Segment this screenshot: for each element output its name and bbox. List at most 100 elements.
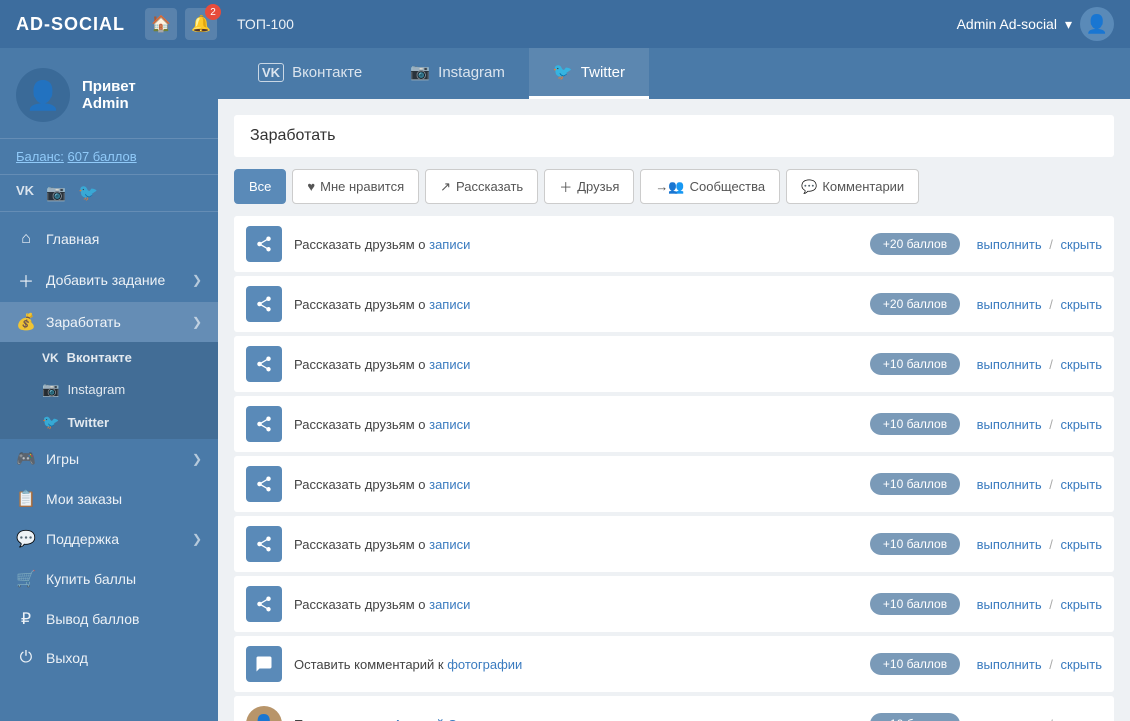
- sidebar-item-home[interactable]: ⌂ Главная: [0, 220, 218, 258]
- task-link[interactable]: фотографии: [447, 657, 522, 672]
- notifications-button[interactable]: 🔔 2: [185, 8, 217, 40]
- communities-icon: →👥: [655, 179, 684, 195]
- task-badge: +10 баллов: [870, 593, 960, 615]
- task-execute-button[interactable]: выполнить: [977, 297, 1042, 312]
- sidebar-item-games[interactable]: 🎮 Игры ❯: [0, 439, 218, 479]
- buy-icon: 🛒: [16, 569, 36, 589]
- instagram-social-icon[interactable]: 📷: [46, 183, 66, 203]
- sidebar-menu: ⌂ Главная ＋ Добавить задание ❯ 💰 Заработ…: [0, 212, 218, 685]
- twitter-social-icon[interactable]: 🐦: [78, 183, 98, 203]
- sidebar-item-add-task-label: Добавить задание: [46, 272, 165, 288]
- task-link[interactable]: записи: [429, 597, 470, 612]
- task-link[interactable]: Алексей Синяков: [394, 717, 499, 721]
- ig-tab-icon: 📷: [410, 62, 430, 82]
- action-separator: /: [1049, 537, 1056, 552]
- vk-tab-icon: VK: [258, 63, 284, 82]
- earn-submenu: VK Вконтакте 📷 Instagram 🐦 Twitter: [0, 342, 218, 439]
- task-hide-button[interactable]: скрыть: [1061, 297, 1103, 312]
- task-link[interactable]: записи: [429, 297, 470, 312]
- sidebar-item-logout[interactable]: ⏻ Выход: [0, 639, 218, 677]
- task-hide-button[interactable]: скрыть: [1061, 357, 1103, 372]
- admin-avatar[interactable]: 👤: [1080, 7, 1114, 41]
- sidebar-item-buy-points[interactable]: 🛒 Купить баллы: [0, 559, 218, 599]
- sidebar-item-withdraw[interactable]: ₽ Вывод баллов: [0, 599, 218, 639]
- task-share-icon: [246, 406, 282, 442]
- sidebar-item-vkontakte[interactable]: VK Вконтакте: [0, 342, 218, 373]
- task-execute-button[interactable]: выполнить: [977, 657, 1042, 672]
- sidebar-item-support[interactable]: 💬 Поддержка ❯: [0, 519, 218, 559]
- action-separator: /: [1049, 297, 1056, 312]
- task-row: Рассказать друзьям о записи +10 баллов в…: [234, 576, 1114, 632]
- task-row: Рассказать друзьям о записи +10 баллов в…: [234, 396, 1114, 452]
- task-link[interactable]: записи: [429, 357, 470, 372]
- action-separator: /: [1049, 417, 1056, 432]
- tab-vkontakte[interactable]: VK Вконтакте: [234, 48, 386, 99]
- task-link[interactable]: записи: [429, 237, 470, 252]
- task-execute-button[interactable]: выполнить: [977, 597, 1042, 612]
- vk-social-icon[interactable]: VK: [16, 183, 34, 203]
- sidebar-item-add-task[interactable]: ＋ Добавить задание ❯: [0, 258, 218, 302]
- sidebar-avatar: 👤: [16, 68, 70, 122]
- avatar-placeholder-icon: 👤: [26, 79, 61, 112]
- tab-vkontakte-label: Вконтакте: [292, 64, 362, 81]
- tw-submenu-icon: 🐦: [42, 414, 59, 431]
- filter-comments-label: Комментарии: [822, 179, 904, 194]
- action-separator: /: [1049, 717, 1056, 721]
- topnav: AD-SOCIAL 🏠 🔔 2 ТОП-100 Admin Ad-social …: [0, 0, 1130, 48]
- task-hide-button[interactable]: скрыть: [1061, 717, 1103, 721]
- filter-friends-label: Друзья: [577, 179, 619, 194]
- task-description: Рассказать друзьям о записи: [294, 237, 858, 252]
- vk-submenu-icon: VK: [42, 351, 59, 365]
- sidebar: 👤 Привет Admin Баланс: 607 баллов VK 📷 🐦…: [0, 48, 218, 721]
- task-hide-button[interactable]: скрыть: [1061, 237, 1103, 252]
- filter-communities[interactable]: →👥 Сообщества: [640, 169, 780, 204]
- task-execute-button[interactable]: выполнить: [977, 237, 1042, 252]
- task-hide-button[interactable]: скрыть: [1061, 597, 1103, 612]
- task-execute-button[interactable]: выполнить: [977, 717, 1042, 721]
- task-execute-button[interactable]: выполнить: [977, 537, 1042, 552]
- task-actions: выполнить / скрыть: [972, 657, 1102, 672]
- task-hide-button[interactable]: скрыть: [1061, 537, 1103, 552]
- task-person-icon: 👤: [246, 706, 282, 721]
- task-execute-button[interactable]: выполнить: [977, 357, 1042, 372]
- task-badge: +10 баллов: [870, 413, 960, 435]
- earn-icon: 💰: [16, 312, 36, 332]
- task-row: Оставить комментарий к фотографии +10 ба…: [234, 636, 1114, 692]
- sidebar-item-twitter[interactable]: 🐦 Twitter: [0, 406, 218, 439]
- task-link[interactable]: записи: [429, 417, 470, 432]
- tab-instagram-label: Instagram: [438, 64, 505, 81]
- filter-communities-label: Сообщества: [690, 179, 766, 194]
- sidebar-item-support-label: Поддержка: [46, 531, 119, 547]
- add-task-icon: ＋: [16, 268, 36, 292]
- sidebar-item-my-orders-label: Мои заказы: [46, 491, 122, 507]
- task-description: Оставить комментарий к фотографии: [294, 657, 858, 672]
- tab-twitter[interactable]: 🐦 Twitter: [529, 48, 649, 99]
- filter-share[interactable]: ↗ Рассказать: [425, 169, 538, 204]
- task-hide-button[interactable]: скрыть: [1061, 477, 1103, 492]
- task-execute-button[interactable]: выполнить: [977, 477, 1042, 492]
- task-row: Рассказать друзьям о записи +10 баллов в…: [234, 456, 1114, 512]
- filter-all[interactable]: Все: [234, 169, 286, 204]
- sidebar-item-my-orders[interactable]: 📋 Мои заказы: [0, 479, 218, 519]
- balance-label: Баланс:: [16, 149, 64, 164]
- home-button[interactable]: 🏠: [145, 8, 177, 40]
- content-area: Заработать Все ♥ Мне нравится ↗ Рассказа…: [218, 99, 1130, 721]
- profile-info: Привет Admin: [82, 78, 136, 112]
- task-link[interactable]: записи: [429, 477, 470, 492]
- task-execute-button[interactable]: выполнить: [977, 417, 1042, 432]
- filter-likes[interactable]: ♥ Мне нравится: [292, 169, 419, 204]
- task-link[interactable]: записи: [429, 537, 470, 552]
- task-hide-button[interactable]: скрыть: [1061, 657, 1103, 672]
- filter-friends[interactable]: ＋ Друзья: [544, 169, 634, 204]
- sidebar-item-instagram[interactable]: 📷 Instagram: [0, 373, 218, 406]
- tab-instagram[interactable]: 📷 Instagram: [386, 48, 529, 99]
- admin-menu[interactable]: Admin Ad-social ▾ 👤: [957, 7, 1114, 41]
- friends-icon: ＋: [559, 177, 572, 196]
- task-share-icon: [246, 586, 282, 622]
- task-hide-button[interactable]: скрыть: [1061, 417, 1103, 432]
- filter-comments[interactable]: 💬 Комментарии: [786, 169, 919, 204]
- filter-share-label: Рассказать: [456, 179, 523, 194]
- balance-value[interactable]: 607 баллов: [68, 149, 137, 164]
- main-content: VK Вконтакте 📷 Instagram 🐦 Twitter Зараб…: [218, 48, 1130, 721]
- sidebar-item-earn[interactable]: 💰 Заработать ❯: [0, 302, 218, 342]
